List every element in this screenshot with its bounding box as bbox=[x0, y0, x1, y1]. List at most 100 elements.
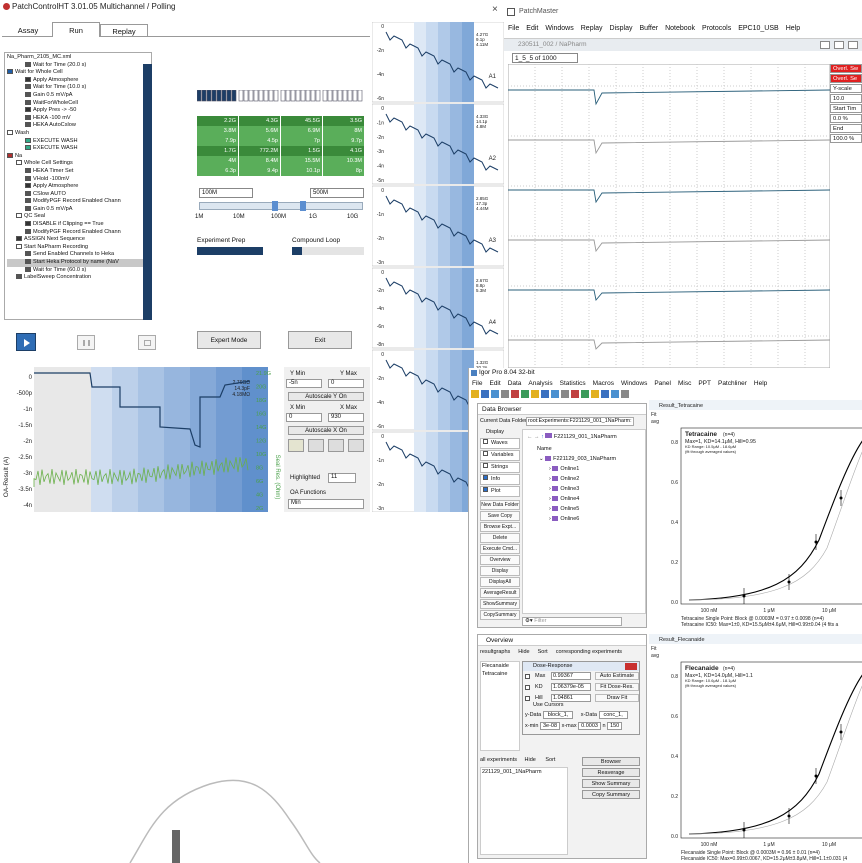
toolbar-icon[interactable] bbox=[501, 390, 509, 398]
grid-cell[interactable]: 7p bbox=[281, 136, 323, 146]
pm-menu-item[interactable]: Notebook bbox=[665, 25, 695, 32]
overview-tab[interactable]: Hide bbox=[518, 649, 529, 655]
checkbox[interactable] bbox=[483, 463, 488, 468]
sort-button[interactable]: Sort bbox=[545, 757, 555, 763]
n-input[interactable]: 150 bbox=[607, 722, 623, 730]
tab-replay[interactable]: Replay bbox=[100, 24, 148, 37]
checkbox[interactable] bbox=[483, 475, 488, 480]
dr-param-value[interactable]: 1.06379e-05 bbox=[551, 683, 591, 691]
grid-cell[interactable]: 7.9p bbox=[197, 136, 239, 146]
xmin-input[interactable]: 0 bbox=[286, 413, 322, 422]
browser-tree-pane[interactable]: ← → ↑ F221129_001_1NaPharm Name ⌄ F22112… bbox=[522, 429, 646, 614]
pm-right-field[interactable]: Overl. Sw bbox=[830, 64, 862, 73]
grid-cell[interactable]: 8M bbox=[323, 126, 365, 136]
up-arrow-icon[interactable]: ↑ bbox=[541, 434, 544, 440]
current-folder-input[interactable]: root:Experiments:F221129_001_1NaPharm: bbox=[526, 417, 634, 426]
igor-menu-item[interactable]: File bbox=[472, 380, 482, 387]
dr-close-icon[interactable] bbox=[625, 663, 637, 670]
toolbar-icon[interactable] bbox=[541, 390, 549, 398]
back-arrow-icon[interactable]: ← → bbox=[527, 434, 541, 440]
use-cursors-row[interactable]: Use Cursors bbox=[533, 702, 564, 708]
compound-item[interactable]: Tetracaine bbox=[481, 670, 519, 678]
toolbar-icon[interactable] bbox=[581, 390, 589, 398]
checkbox[interactable] bbox=[483, 487, 488, 492]
xmax-input[interactable]: 0.0003 bbox=[578, 722, 601, 730]
browser-side-button[interactable]: New Data Folder bbox=[480, 500, 520, 510]
range-slider[interactable] bbox=[199, 201, 363, 211]
grid-cell[interactable]: 2.2G bbox=[197, 116, 239, 126]
overview-tab[interactable]: Sort bbox=[538, 649, 548, 655]
toolbar-icon[interactable] bbox=[551, 390, 559, 398]
channel-grid[interactable]: 2.2G 4.3G 45.5G 3.5G 3.8M 5.6M 6.9M 8M 7.9p 4.5p 7… bbox=[197, 116, 365, 176]
browser-side-button[interactable]: Save Copy bbox=[480, 511, 520, 521]
tree-item[interactable]: VHold -100mV bbox=[7, 176, 151, 184]
toolbar-icon[interactable] bbox=[481, 390, 489, 398]
pm-right-field[interactable]: End bbox=[830, 124, 862, 133]
grid-cell[interactable]: 1.7G bbox=[197, 146, 239, 156]
tree-item[interactable]: DISABLE if Clipping == True bbox=[7, 221, 151, 229]
tree-scrollbar[interactable] bbox=[143, 64, 152, 320]
pm-right-field[interactable]: Y-scale bbox=[830, 84, 862, 93]
dr-checkbox[interactable] bbox=[525, 674, 530, 679]
dr-action-button[interactable]: Auto Estimate bbox=[595, 672, 639, 680]
xmin-input[interactable]: 3e-08 bbox=[539, 722, 561, 730]
pm-menu-item[interactable]: Edit bbox=[526, 25, 538, 32]
tree-item[interactable]: Gain 0.5 mV/pA bbox=[7, 92, 151, 100]
igor-menu-item[interactable]: Patchliner bbox=[718, 380, 747, 387]
checkbox[interactable] bbox=[483, 451, 488, 456]
oa-functions-select[interactable]: Min bbox=[288, 499, 364, 509]
grid-cell[interactable]: 8p bbox=[323, 166, 365, 176]
dr-param-value[interactable]: 1.04861 bbox=[551, 694, 591, 702]
show-summary-button[interactable]: Show Summary bbox=[582, 779, 640, 788]
reaverage-button[interactable]: Reaverage bbox=[582, 768, 640, 777]
slider-handle-left[interactable] bbox=[272, 201, 278, 211]
grid-cell[interactable]: 4M bbox=[197, 156, 239, 166]
pm-right-field[interactable]: 10.0 bbox=[830, 94, 862, 103]
browser-side-button[interactable]: Execute Cmd... bbox=[480, 544, 520, 554]
toolbar-icon[interactable] bbox=[591, 390, 599, 398]
folder-row[interactable]: › Online2 bbox=[549, 476, 639, 486]
tree-item[interactable]: Wait for Time (10.0 s) bbox=[7, 84, 151, 92]
zoom-box-icon[interactable] bbox=[288, 439, 304, 452]
pm-menu-item[interactable]: File bbox=[508, 25, 519, 32]
pm-right-field[interactable]: Overl. Se bbox=[830, 74, 862, 83]
zoom-in-icon[interactable] bbox=[308, 439, 324, 452]
tree-item[interactable]: Na_Pharm_2105_MC.xml bbox=[7, 54, 151, 62]
toolbar-icon[interactable] bbox=[511, 390, 519, 398]
igor-menu-item[interactable]: Misc bbox=[678, 380, 691, 387]
tab-run[interactable]: Run bbox=[52, 22, 100, 37]
folder-row[interactable]: › Online4 bbox=[549, 496, 639, 506]
experiments-list[interactable]: 221129_001_1NaPharm bbox=[480, 767, 568, 855]
tree-item[interactable]: Wash bbox=[7, 130, 151, 138]
toolbar-icon[interactable] bbox=[571, 390, 579, 398]
pan-hand-icon[interactable] bbox=[348, 439, 364, 452]
igor-menu-item[interactable]: Statistics bbox=[560, 380, 586, 387]
toolbar-icon[interactable] bbox=[601, 390, 609, 398]
tree-item[interactable]: HEKA AutoCslow bbox=[7, 122, 151, 130]
tree-item[interactable]: Apply Atmosphere bbox=[7, 183, 151, 191]
grid-cell[interactable]: 45.5G bbox=[281, 116, 323, 126]
pm-menu-item[interactable]: Help bbox=[786, 25, 800, 32]
overview-tab[interactable]: corresponding experiments bbox=[556, 649, 622, 655]
dr-action-button[interactable]: Draw Fit bbox=[595, 694, 639, 702]
pm-close-icon[interactable] bbox=[848, 41, 858, 49]
pm-menu-item[interactable]: Display bbox=[610, 25, 633, 32]
sweep-counter-field[interactable]: 1_5_5 of 1000 bbox=[512, 53, 578, 63]
folder-row[interactable]: › Online6 bbox=[549, 516, 639, 526]
grid-cell[interactable]: 772.2M bbox=[239, 146, 281, 156]
pm-menu-item[interactable]: Windows bbox=[545, 25, 573, 32]
pm-menu-item[interactable]: Replay bbox=[581, 25, 603, 32]
igor-menu-item[interactable]: Windows bbox=[621, 380, 647, 387]
tree-item[interactable]: HEKA Timer Set bbox=[7, 168, 151, 176]
grid-cell[interactable]: 5.6M bbox=[239, 126, 281, 136]
toolbar-icon[interactable] bbox=[521, 390, 529, 398]
exit-button[interactable]: Exit bbox=[288, 331, 352, 349]
igor-menu-item[interactable]: Help bbox=[754, 380, 767, 387]
browser-side-button[interactable]: Browse Expt... bbox=[480, 522, 520, 532]
browser-side-button[interactable]: CopySummary bbox=[480, 610, 520, 620]
pm-right-field[interactable]: Start Tim bbox=[830, 104, 862, 113]
highlighted-input[interactable]: 11 bbox=[328, 473, 356, 483]
range-left-input[interactable]: 100M bbox=[199, 188, 253, 198]
browser-side-button[interactable]: Overview bbox=[480, 555, 520, 565]
browser-side-button[interactable]: Display bbox=[480, 566, 520, 576]
